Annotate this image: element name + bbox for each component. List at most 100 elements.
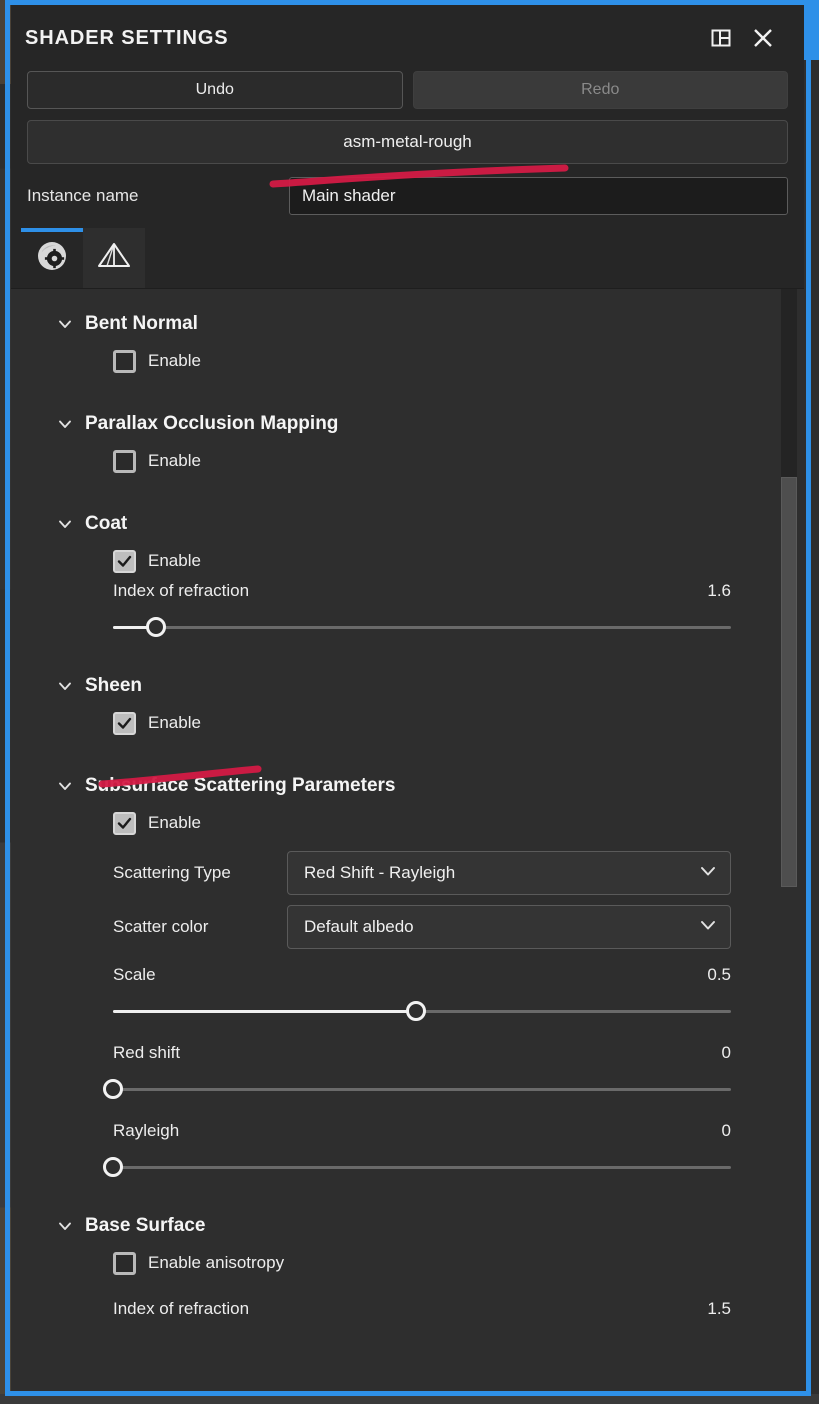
enable-checkbox[interactable] [113, 349, 136, 373]
enable-checkbox[interactable] [113, 449, 136, 473]
dropdown-row-scattering-type: Scattering Type Red Shift - Rayleigh [11, 849, 781, 897]
slider-track-bg [113, 626, 731, 629]
section-title: Subsurface Scattering Parameters [85, 775, 396, 796]
slider-knob[interactable] [103, 1157, 123, 1177]
section-header-coat[interactable]: Coat [11, 507, 781, 541]
section-title: Sheen [85, 675, 143, 696]
slider-value: 1.6 [707, 581, 731, 600]
slider-knob[interactable] [146, 617, 167, 637]
settings-scroll-area[interactable]: Bent Normal Enable Parallax Occlusion Ma… [11, 289, 804, 1391]
slider-header: Red shift 0 [113, 1043, 731, 1073]
slider-rayleigh: Rayleigh 0 [11, 1121, 781, 1183]
slider-value: 1.5 [707, 1299, 731, 1318]
section-subsurface-scattering-parameters: Subsurface Scattering Parameters Enable … [11, 769, 781, 1183]
section-header-parallax-occlusion-mapping[interactable]: Parallax Occlusion Mapping [11, 407, 781, 441]
slider-base-index-of-refraction: Index of refraction 1.5 [11, 1299, 781, 1329]
checkbox-row[interactable]: Enable [11, 541, 781, 581]
section-base-surface: Base Surface Enable anisotropy Index of … [11, 1209, 781, 1329]
dropdown-row-scatter-color: Scatter color Default albedo [11, 903, 781, 951]
redo-button[interactable]: Redo [412, 71, 788, 109]
panel-header-controls: Undo Redo asm-metal-rough Instance name [11, 71, 804, 215]
checkbox-label: Enable [148, 451, 201, 470]
chevron-down-icon [57, 678, 73, 694]
slider-track-fill [113, 1010, 416, 1013]
instance-name-input[interactable] [289, 177, 788, 215]
scatter-color-dropdown[interactable]: Default albedo [287, 905, 731, 949]
dropdown-value: Red Shift - Rayleigh [304, 863, 456, 882]
slider-track-bg [113, 1088, 731, 1091]
enable-anisotropy-checkbox[interactable] [113, 1251, 136, 1275]
slider-track[interactable] [103, 1075, 731, 1105]
chevron-down-icon [57, 778, 73, 794]
slider-value: 0 [721, 1121, 731, 1140]
slider-label: Index of refraction [113, 581, 250, 600]
slider-header: Index of refraction 1.5 [113, 1299, 731, 1329]
dock-layout-icon[interactable] [700, 17, 742, 59]
checkbox-row[interactable]: Enable [11, 803, 781, 843]
settings-content: Bent Normal Enable Parallax Occlusion Ma… [11, 289, 781, 1391]
shader-settings-panel: SHADER SETTINGS Undo Redo asm-metal-roug… [11, 5, 804, 1391]
pyramid-wireframe-icon [96, 240, 132, 277]
vertical-scrollbar[interactable] [781, 289, 802, 1391]
section-sheen: Sheen Enable [11, 669, 781, 743]
checkbox-label: Enable [148, 813, 201, 832]
tab-material-settings[interactable] [21, 228, 83, 288]
section-header-subsurface-scattering-parameters[interactable]: Subsurface Scattering Parameters [11, 769, 781, 803]
section-coat: Coat Enable Index of refraction 1.6 [11, 507, 781, 643]
chevron-down-icon [57, 516, 73, 532]
tab-geometry[interactable] [83, 228, 145, 288]
chevron-down-icon [698, 861, 718, 886]
slider-header: Rayleigh 0 [113, 1121, 731, 1151]
enable-checkbox[interactable] [113, 811, 136, 835]
panel-titlebar: SHADER SETTINGS [11, 5, 804, 71]
scrollbar-track[interactable] [781, 289, 797, 477]
section-title: Base Surface [85, 1215, 206, 1236]
checkbox-label: Enable [148, 551, 201, 570]
checkbox-label: Enable [148, 713, 201, 732]
close-icon[interactable] [742, 17, 784, 59]
enable-checkbox[interactable] [113, 711, 136, 735]
enable-checkbox[interactable] [113, 549, 136, 573]
scattering-type-dropdown[interactable]: Red Shift - Rayleigh [287, 851, 731, 895]
instance-name-row: Instance name [27, 177, 788, 215]
slider-track[interactable] [103, 1153, 731, 1183]
undo-redo-row: Undo Redo [27, 71, 788, 109]
panel-title: SHADER SETTINGS [25, 26, 229, 49]
checkbox-label: Enable anisotropy [148, 1253, 285, 1272]
section-header-sheen[interactable]: Sheen [11, 669, 781, 703]
dropdown-label: Scattering Type [113, 863, 231, 882]
section-title: Coat [85, 513, 128, 534]
undo-button[interactable]: Undo [27, 71, 403, 109]
slider-label: Scale [113, 965, 156, 984]
section-header-base-surface[interactable]: Base Surface [11, 1209, 781, 1243]
slider-label: Index of refraction [113, 1299, 250, 1318]
app-stage: SHADER SETTINGS Undo Redo asm-metal-roug… [0, 0, 819, 1404]
section-header-bent-normal[interactable]: Bent Normal [11, 307, 781, 341]
slider-knob[interactable] [103, 1079, 123, 1099]
slider-knob[interactable] [405, 1001, 426, 1021]
slider-track[interactable] [113, 997, 731, 1027]
scrollbar-thumb[interactable] [781, 477, 797, 887]
shader-name-button[interactable]: asm-metal-rough [27, 120, 788, 164]
checkbox-row[interactable]: Enable anisotropy [11, 1243, 781, 1283]
slider-red-shift: Red shift 0 [11, 1043, 781, 1105]
background-bottom-edge [0, 1394, 819, 1404]
chevron-down-icon [698, 915, 718, 940]
dropdown-label: Scatter color [113, 917, 209, 936]
section-title: Parallax Occlusion Mapping [85, 413, 339, 434]
slider-index-of-refraction: Index of refraction 1.6 [11, 581, 781, 643]
slider-header: Scale 0.5 [113, 965, 731, 995]
slider-header: Index of refraction 1.6 [113, 581, 731, 611]
material-sphere-gear-icon [35, 239, 69, 278]
section-bent-normal: Bent Normal Enable [11, 307, 781, 381]
section-title: Bent Normal [85, 313, 198, 334]
checkbox-row[interactable]: Enable [11, 441, 781, 481]
slider-track[interactable] [113, 613, 731, 643]
checkbox-row[interactable]: Enable [11, 341, 781, 381]
slider-value: 0 [721, 1043, 731, 1062]
instance-name-label: Instance name [27, 186, 139, 205]
dropdown-value: Default albedo [304, 917, 414, 936]
slider-value: 0.5 [707, 965, 731, 984]
slider-scale: Scale 0.5 [11, 965, 781, 1027]
checkbox-row[interactable]: Enable [11, 703, 781, 743]
